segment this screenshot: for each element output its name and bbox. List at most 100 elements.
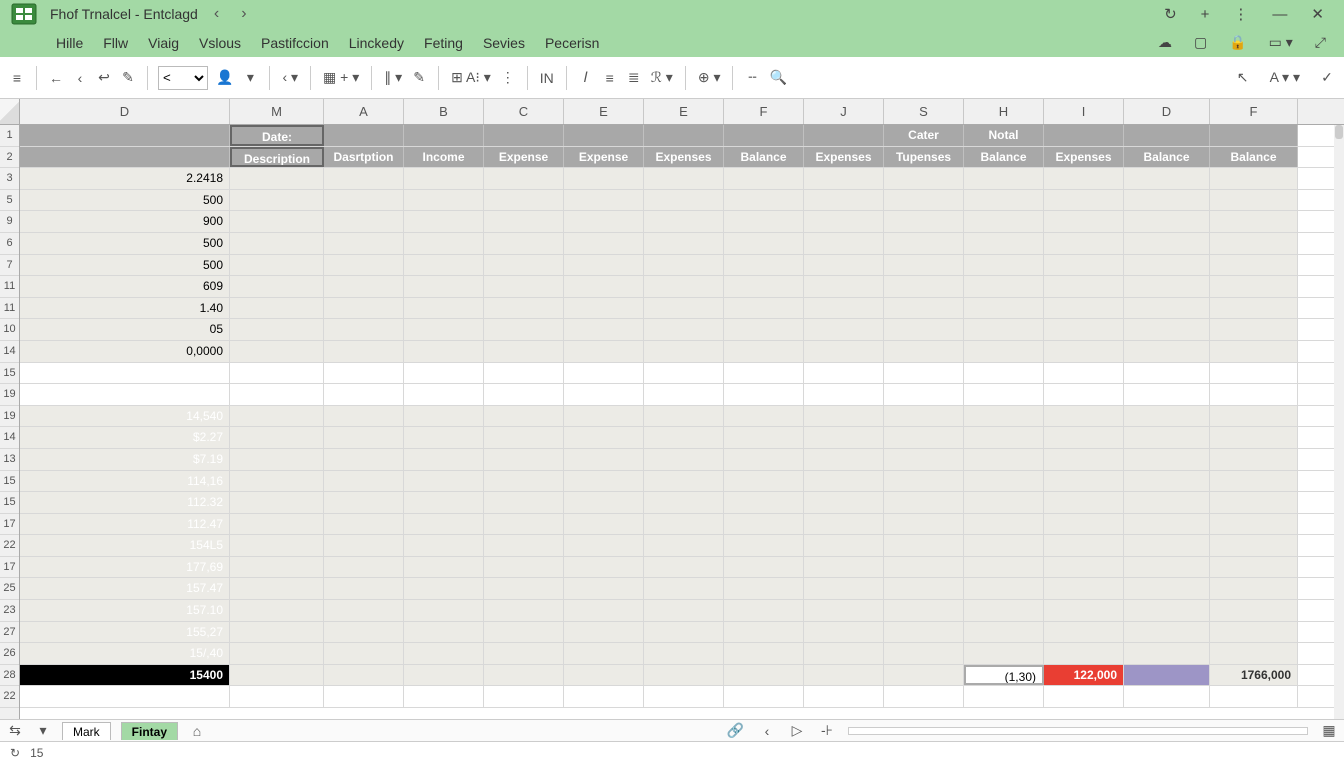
column-header[interactable]: B <box>404 99 484 124</box>
row-header[interactable]: 17 <box>0 514 19 536</box>
cell[interactable] <box>804 276 884 297</box>
row-header[interactable]: 11 <box>0 276 19 298</box>
cell[interactable] <box>724 298 804 319</box>
cell[interactable] <box>484 255 564 276</box>
undo-icon[interactable]: ‹ <box>71 65 89 91</box>
dash-icon[interactable]: ╌ <box>743 65 761 91</box>
cell[interactable] <box>1044 255 1124 276</box>
cell[interactable] <box>724 557 804 578</box>
cell[interactable] <box>564 665 644 686</box>
cell[interactable] <box>1210 384 1298 405</box>
cell[interactable] <box>964 514 1044 535</box>
script-icon[interactable]: ℛ ▾ <box>649 65 675 91</box>
column-header[interactable]: H <box>964 99 1044 124</box>
cell[interactable] <box>564 384 644 405</box>
cell[interactable]: 157.10 <box>20 600 230 621</box>
cell[interactable] <box>564 643 644 664</box>
cell[interactable]: 177,69 <box>20 557 230 578</box>
cell[interactable] <box>644 406 724 427</box>
cell[interactable] <box>884 298 964 319</box>
menu-item[interactable]: Viaig <box>148 35 179 51</box>
cell[interactable] <box>804 622 884 643</box>
cell[interactable] <box>964 557 1044 578</box>
row-header[interactable]: 2 <box>0 147 19 169</box>
column-header[interactable]: S <box>884 99 964 124</box>
info-icon[interactable]: ⋮ <box>499 65 517 91</box>
cell[interactable] <box>1124 319 1210 340</box>
cell[interactable] <box>644 557 724 578</box>
cell[interactable] <box>404 168 484 189</box>
cell[interactable] <box>644 276 724 297</box>
cell[interactable] <box>964 276 1044 297</box>
in-icon[interactable]: IN <box>538 65 556 91</box>
row-header[interactable]: 26 <box>0 643 19 665</box>
cell[interactable]: $2.27 <box>20 427 230 448</box>
cell[interactable] <box>884 686 964 707</box>
cell[interactable] <box>724 125 804 146</box>
column-header[interactable]: C <box>484 99 564 124</box>
cell[interactable] <box>644 319 724 340</box>
cell[interactable] <box>804 427 884 448</box>
cell[interactable] <box>1044 514 1124 535</box>
cell[interactable] <box>724 643 804 664</box>
tab-menu-icon[interactable]: ⇆ <box>6 718 24 744</box>
cell[interactable] <box>644 686 724 707</box>
close-icon[interactable]: ✕ <box>1311 5 1324 23</box>
cell[interactable] <box>1124 406 1210 427</box>
row-header[interactable]: 19 <box>0 384 19 406</box>
cell[interactable] <box>884 643 964 664</box>
cell[interactable] <box>1210 125 1298 146</box>
cell[interactable] <box>644 298 724 319</box>
cell[interactable] <box>964 643 1044 664</box>
cell[interactable] <box>724 406 804 427</box>
cell[interactable] <box>324 600 404 621</box>
row-header[interactable]: 22 <box>0 686 19 708</box>
cell[interactable]: (1,30) <box>964 665 1044 686</box>
cell[interactable]: Description <box>230 147 324 168</box>
cell[interactable] <box>484 578 564 599</box>
plus-icon[interactable]: + <box>1201 6 1210 23</box>
cell[interactable] <box>564 535 644 556</box>
cell[interactable] <box>964 449 1044 470</box>
cell[interactable] <box>1210 492 1298 513</box>
cell[interactable] <box>484 535 564 556</box>
cell[interactable] <box>1124 427 1210 448</box>
cell[interactable]: Balance <box>964 147 1044 168</box>
cell[interactable] <box>1044 535 1124 556</box>
cell[interactable] <box>324 406 404 427</box>
cell[interactable] <box>230 557 324 578</box>
cell[interactable] <box>1210 168 1298 189</box>
cell[interactable] <box>884 665 964 686</box>
cell[interactable] <box>230 406 324 427</box>
cell[interactable] <box>1124 255 1210 276</box>
cell[interactable] <box>724 449 804 470</box>
brush-icon[interactable]: ✎ <box>119 65 137 91</box>
column-header[interactable]: F <box>1210 99 1298 124</box>
row-header[interactable]: 10 <box>0 319 19 341</box>
cell[interactable] <box>1044 211 1124 232</box>
cell[interactable] <box>1044 168 1124 189</box>
row-header[interactable]: 11 <box>0 298 19 320</box>
globe-icon[interactable]: ⊕ ▾ <box>696 65 723 91</box>
cell[interactable] <box>20 363 230 384</box>
cell[interactable] <box>884 255 964 276</box>
cell[interactable] <box>804 168 884 189</box>
cell[interactable] <box>964 492 1044 513</box>
cell[interactable] <box>724 168 804 189</box>
cell[interactable] <box>964 471 1044 492</box>
cell[interactable]: 900 <box>20 211 230 232</box>
cell[interactable] <box>20 147 230 168</box>
cell[interactable]: 0,0000 <box>20 341 230 362</box>
cell[interactable] <box>1044 384 1124 405</box>
cell[interactable] <box>564 319 644 340</box>
row-header[interactable]: 14 <box>0 427 19 449</box>
cell[interactable]: Cater <box>884 125 964 146</box>
cell[interactable] <box>230 427 324 448</box>
cell[interactable] <box>230 535 324 556</box>
cell[interactable] <box>884 557 964 578</box>
cell[interactable] <box>564 363 644 384</box>
status-refresh-icon[interactable]: ↻ <box>10 746 20 760</box>
cell[interactable] <box>804 363 884 384</box>
cell[interactable]: Balance <box>1124 147 1210 168</box>
cell[interactable] <box>644 578 724 599</box>
